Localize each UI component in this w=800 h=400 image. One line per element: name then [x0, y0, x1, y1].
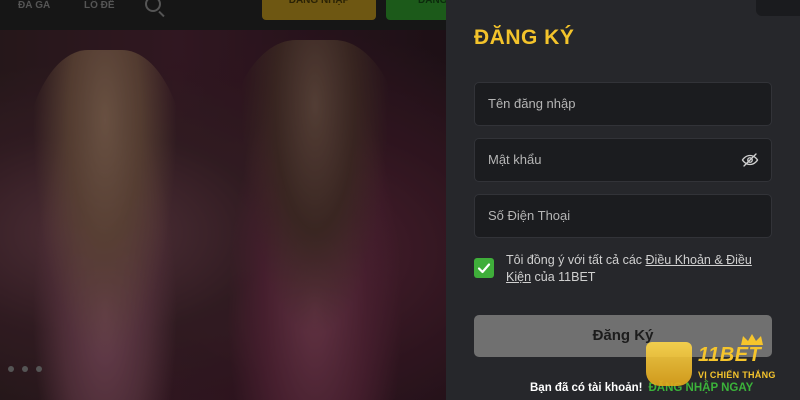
terms-text: Tôi đồng ý với tất cả các Điều Khoản & Đ… [506, 252, 776, 286]
phone-placeholder: Số Điện Thoại [488, 208, 571, 223]
brand-logo: 11BET VỊ CHIẾN THẮNG [642, 334, 782, 394]
terms-checkbox[interactable] [474, 258, 494, 278]
brand-name: 11BET [698, 344, 762, 366]
check-icon [477, 263, 491, 274]
close-button[interactable] [756, 0, 800, 16]
terms-prefix: Tôi đồng ý với tất cả các [506, 253, 646, 267]
header-register-button[interactable]: ĐĂNG [386, 0, 446, 20]
password-placeholder: Mật khẩu [488, 152, 542, 167]
nav-item-cockfight[interactable]: ĐÁ GÀ [18, 0, 50, 11]
page: ĐÁ GÀ LÔ ĐỀ ĐĂNG NHẬP ĐĂNG ĐĂNG KÝ Tên đ… [0, 0, 800, 400]
header-login-button[interactable]: ĐĂNG NHẬP [262, 0, 376, 20]
carousel-dot[interactable] [22, 366, 28, 372]
search-icon[interactable] [145, 0, 161, 12]
carousel-dot[interactable] [8, 366, 14, 372]
brand-tagline: VỊ CHIẾN THẮNG [698, 370, 776, 380]
phone-field[interactable]: Số Điện Thoại [474, 194, 772, 238]
username-field[interactable]: Tên đăng nhập [474, 82, 772, 126]
register-title: ĐĂNG KÝ [474, 26, 575, 49]
terms-suffix: của 11BET [531, 270, 596, 284]
password-field[interactable]: Mật khẩu [474, 138, 772, 182]
nav-item-lottery[interactable]: LÔ ĐỀ [84, 0, 115, 11]
top-navigation: ĐÁ GÀ LÔ ĐỀ ĐĂNG NHẬP ĐĂNG [0, 0, 446, 30]
hero-banner [0, 30, 446, 400]
username-placeholder: Tên đăng nhập [488, 96, 576, 111]
banner-model-right [220, 40, 410, 400]
carousel-dot[interactable] [36, 366, 42, 372]
fist-emblem-icon [646, 342, 692, 386]
banner-model-left [20, 50, 190, 400]
carousel-dots [8, 366, 42, 372]
eye-slash-icon[interactable] [741, 151, 759, 169]
have-account-text: Bạn đã có tài khoản! [530, 382, 643, 394]
